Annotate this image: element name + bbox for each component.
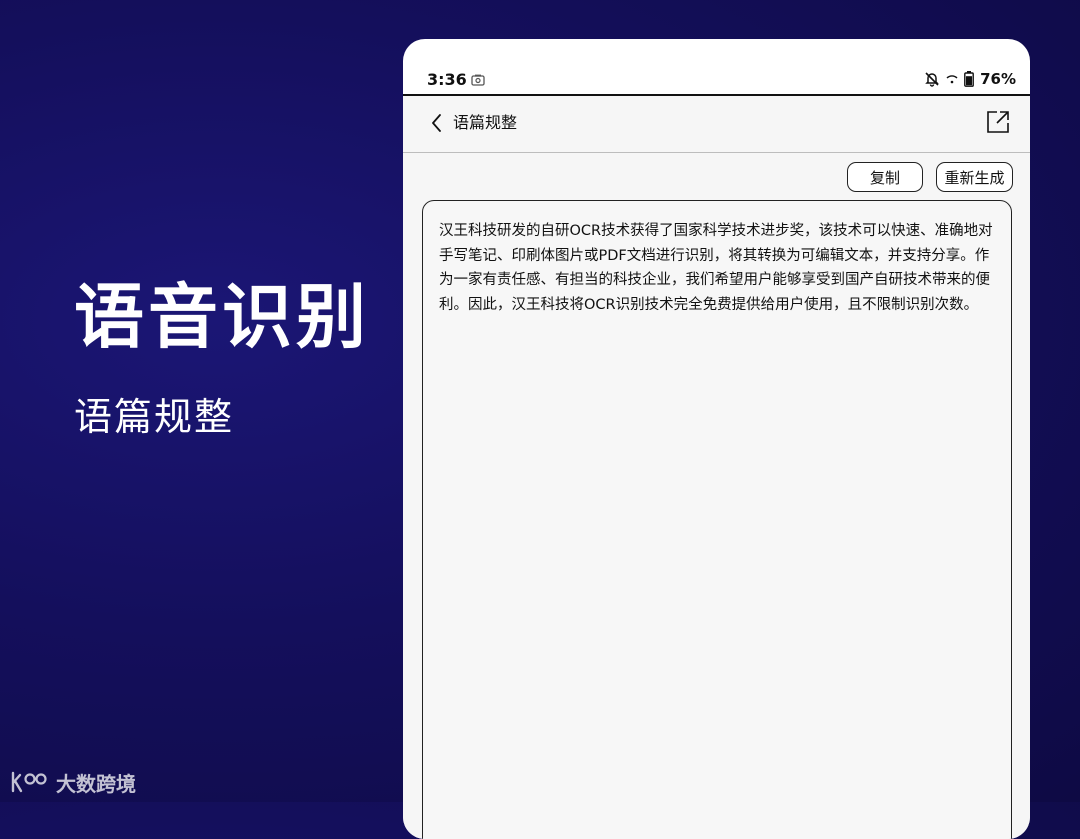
- regenerate-button[interactable]: 重新生成: [936, 162, 1013, 192]
- screenshot-icon: [471, 74, 485, 86]
- app-screen: 语篇规整 复制 重新生成 汉王科技研发的自研OCR技术获得了国家科学技术进步奖，…: [403, 96, 1030, 839]
- watermark-text: 大数跨境: [56, 771, 136, 796]
- status-right-group: 76%: [924, 71, 1016, 87]
- status-bar: 3:36 76%: [403, 39, 1030, 96]
- battery-percentage: 76%: [980, 69, 1016, 88]
- bell-off-icon: [925, 72, 939, 87]
- result-text: 汉王科技研发的自研OCR技术获得了国家科学技术进步奖，该技术可以快速、准确地对手…: [439, 223, 993, 313]
- watermark: 大数跨境: [10, 768, 136, 796]
- watermark-logo-icon: [11, 771, 47, 793]
- tablet-device: 3:36 76% 语篇规整 复制 重新生成 汉王科技研发的自研OCR技术获得了国…: [403, 39, 1030, 839]
- promo-headline: 语音识别: [74, 276, 370, 358]
- status-time: 3:36: [427, 70, 467, 89]
- chevron-left-icon[interactable]: [429, 112, 445, 134]
- result-text-area[interactable]: 汉王科技研发的自研OCR技术获得了国家科学技术进步奖，该技术可以快速、准确地对手…: [422, 200, 1012, 839]
- copy-button[interactable]: 复制: [847, 162, 923, 192]
- nav-bar: 语篇规整: [403, 96, 1030, 153]
- battery-icon: [964, 71, 974, 87]
- wifi-icon: [946, 75, 958, 84]
- page-title: 语篇规整: [453, 113, 518, 132]
- promo-subheadline: 语篇规整: [74, 395, 235, 439]
- share-icon[interactable]: [986, 110, 1010, 134]
